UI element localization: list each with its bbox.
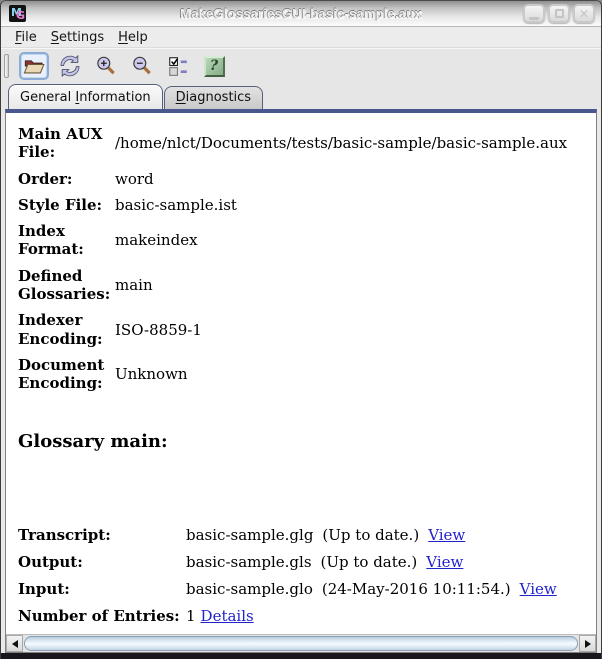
- entries-row: Number of Entries: 1 Details: [18, 607, 588, 625]
- field-label: Document Encoding:: [18, 355, 105, 393]
- file-value: basic-sample.glo (24-May-2016 10:11:54.) V…: [186, 580, 588, 598]
- file-status: (Up to date.): [320, 552, 418, 571]
- window-controls: ✕: [523, 4, 601, 23]
- view-transcript-link[interactable]: View: [428, 526, 465, 544]
- info-row-main-aux-file: Main AUX File: /home/nlct/Documents/test…: [18, 125, 588, 162]
- field-value: main: [115, 275, 153, 294]
- file-name: basic-sample.gls: [186, 552, 312, 571]
- settings-icon: [169, 57, 187, 76]
- menu-bar: File Settings Help: [1, 27, 601, 48]
- menu-help[interactable]: Help: [112, 29, 154, 46]
- info-row-style-file: Style File: basic-sample.ist: [18, 196, 588, 214]
- zoom-in-icon: [97, 56, 115, 75]
- field-label: Indexer Encoding:: [18, 311, 103, 348]
- field-label: Index Format:: [18, 222, 84, 259]
- maximize-button[interactable]: [548, 4, 570, 23]
- field-value: basic-sample.ist: [115, 195, 237, 214]
- title-bar[interactable]: M G MakeGlossariesGUI-basic-sample.aux ✕: [1, 1, 601, 27]
- general-information-panel: Main AUX File: /home/nlct/Documents/test…: [5, 109, 597, 653]
- tab-bar: General Information Diagnostics: [1, 83, 601, 109]
- scroll-right-button[interactable]: [579, 635, 596, 652]
- arrow-left-icon: [11, 639, 18, 648]
- reload-icon: [60, 55, 80, 77]
- field-value: Unknown: [115, 365, 188, 384]
- app-window: M G MakeGlossariesGUI-basic-sample.aux ✕…: [0, 0, 602, 659]
- app-icon-letter-g: G: [16, 9, 26, 22]
- file-value: basic-sample.glg (Up to date.) View: [186, 526, 588, 544]
- field-value: word: [115, 169, 154, 188]
- settings-button[interactable]: [163, 52, 193, 80]
- tab-diagnostics[interactable]: Diagnostics: [163, 86, 264, 109]
- file-label: Output:: [18, 552, 83, 571]
- minimize-button[interactable]: [523, 4, 545, 23]
- menu-settings[interactable]: Settings: [45, 29, 110, 46]
- field-label: Defined Glossaries:: [18, 266, 111, 304]
- file-label: Input:: [18, 579, 70, 598]
- field-label: Main AUX File:: [18, 125, 103, 162]
- content-viewport: Main AUX File: /home/nlct/Documents/test…: [6, 113, 596, 634]
- menu-file[interactable]: File: [9, 29, 43, 46]
- field-value: /home/nlct/Documents/tests/basic-sample/…: [115, 134, 568, 153]
- zoom-out-button[interactable]: [127, 52, 157, 80]
- zoom-out-icon: [133, 56, 151, 75]
- close-icon: ✕: [578, 6, 590, 21]
- glossary-main-heading: Glossary main:: [18, 430, 168, 452]
- view-output-link[interactable]: View: [426, 553, 463, 571]
- horizontal-scrollbar: [6, 634, 596, 652]
- tab-general-information[interactable]: General Information: [8, 84, 163, 109]
- entries-count: 1: [186, 606, 196, 625]
- open-file-button[interactable]: [19, 52, 49, 80]
- file-name: basic-sample.glo: [186, 579, 313, 598]
- file-row-output: Output: basic-sample.gls (Up to date.) Vie…: [18, 553, 588, 571]
- window-bottom-border: [1, 653, 601, 659]
- file-status: (24-May-2016 10:11:54.): [321, 579, 511, 598]
- field-label: Style File:: [18, 195, 103, 214]
- file-row-transcript: Transcript: basic-sample.glg (Up to date.…: [18, 526, 588, 544]
- scroll-thumb[interactable]: [24, 636, 578, 651]
- entries-value: 1 Details: [186, 607, 588, 625]
- info-row-index-format: Index Format: makeindex: [18, 222, 588, 259]
- maximize-icon: [554, 9, 564, 18]
- help-button[interactable]: ?: [199, 52, 229, 80]
- view-input-link[interactable]: View: [520, 580, 557, 598]
- close-button[interactable]: ✕: [573, 4, 595, 23]
- scroll-left-button[interactable]: [6, 635, 23, 652]
- field-label: Order:: [18, 169, 73, 188]
- toolbar: ?: [1, 48, 601, 83]
- minimize-icon: [529, 16, 539, 20]
- arrow-right-icon: [584, 639, 591, 648]
- info-row-indexer-encoding: Indexer Encoding: ISO-8859-1: [18, 311, 588, 348]
- reload-button[interactable]: [55, 52, 85, 80]
- window-title: MakeGlossariesGUI-basic-sample.aux: [180, 6, 422, 21]
- open-file-icon: [23, 60, 45, 74]
- info-row-order: Order: word: [18, 170, 588, 188]
- entries-label: Number of Entries:: [18, 606, 180, 625]
- app-icon[interactable]: M G: [9, 5, 26, 22]
- field-value: ISO-8859-1: [115, 320, 202, 339]
- file-value: basic-sample.gls (Up to date.) View: [186, 553, 588, 571]
- details-link[interactable]: Details: [201, 607, 254, 625]
- file-row-input: Input: basic-sample.glo (24-May-2016 10:1…: [18, 580, 588, 598]
- scroll-track[interactable]: [23, 635, 579, 652]
- field-value: makeindex: [115, 231, 198, 250]
- toolbar-grip[interactable]: [4, 54, 9, 78]
- file-label: Transcript:: [18, 525, 111, 544]
- info-row-document-encoding: Document Encoding: Unknown: [18, 356, 588, 393]
- info-row-defined-glossaries: Defined Glossaries: main: [18, 267, 588, 304]
- help-icon: ?: [203, 55, 225, 77]
- file-name: basic-sample.glg: [186, 525, 314, 544]
- zoom-in-button[interactable]: [91, 52, 121, 80]
- file-status: (Up to date.): [322, 525, 420, 544]
